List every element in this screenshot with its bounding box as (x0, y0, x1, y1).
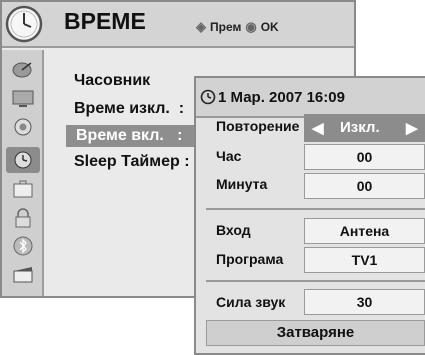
nav-hint: ◈ Прем ◉ OK (196, 19, 279, 35)
repeat-selector[interactable]: ◀ Изкл. ▶ (304, 114, 425, 142)
program-label: Програма (216, 251, 284, 267)
arrow-left-icon[interactable]: ◀ (312, 119, 324, 137)
minute-field[interactable]: 00 (304, 173, 425, 199)
hint-ok-label: OK (260, 20, 279, 34)
clock-icon (14, 151, 32, 169)
menu-item-clock[interactable]: Часовник (74, 72, 150, 90)
sidebar-item-lock[interactable] (6, 205, 40, 231)
page-title: ВРЕМЕ (64, 8, 146, 34)
program-field[interactable]: TV1 (304, 247, 425, 273)
clock-icon (5, 5, 43, 43)
clapperboard-icon (13, 267, 33, 283)
volume-label: Сила звук (216, 294, 286, 310)
close-button[interactable]: Затваряне (206, 320, 425, 346)
volume-field[interactable]: 30 (304, 289, 425, 315)
divider (206, 208, 425, 210)
sidebar (2, 50, 44, 296)
sidebar-item-media[interactable] (6, 261, 40, 287)
sidebar-item-setup[interactable] (6, 56, 40, 82)
menu-item-sleep-timer[interactable]: Sleep Таймер : (74, 153, 190, 171)
satellite-dish-icon (12, 62, 32, 78)
repeat-value: Изкл. (340, 119, 380, 136)
ok-circle-icon: ◉ (245, 19, 257, 34)
arrow-right-icon[interactable]: ▶ (406, 119, 418, 137)
speaker-icon (14, 118, 32, 136)
briefcase-icon (13, 180, 33, 198)
repeat-label: Повторение (216, 118, 300, 134)
sidebar-item-option[interactable] (6, 176, 40, 202)
hour-label: Час (216, 148, 242, 164)
sidebar-item-time[interactable] (6, 147, 40, 173)
input-field[interactable]: Антена (304, 218, 425, 244)
current-datetime: 1 Мар. 2007 16:09 (218, 89, 345, 106)
menu-item-off-time[interactable]: Време изкл. : (74, 100, 184, 118)
bluetooth-icon (13, 236, 33, 256)
move-arrows-icon: ◈ (196, 19, 206, 34)
minute-label: Минута (216, 176, 268, 192)
sidebar-item-audio[interactable] (6, 114, 40, 140)
monitor-icon (12, 90, 34, 107)
hint-move-label: Прем (210, 20, 242, 34)
input-label: Вход (216, 222, 251, 238)
clock-icon (200, 89, 216, 105)
sidebar-item-bluetooth[interactable] (6, 233, 40, 259)
lock-icon (15, 208, 31, 228)
hour-field[interactable]: 00 (304, 144, 425, 170)
divider (206, 280, 425, 282)
menu-header (2, 2, 354, 48)
sidebar-item-picture[interactable] (6, 86, 40, 112)
